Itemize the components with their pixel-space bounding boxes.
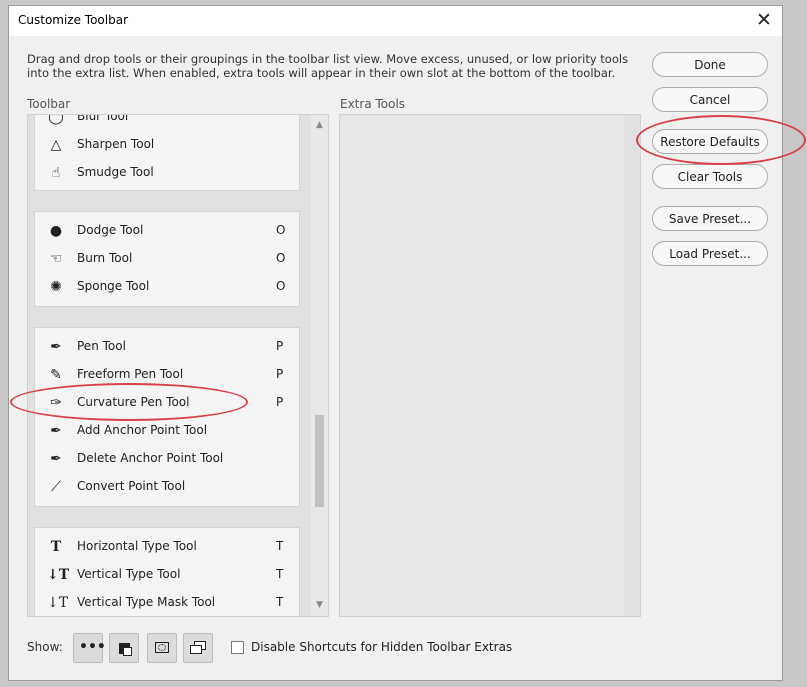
load-preset-button[interactable]: Load Preset... <box>652 241 768 266</box>
show-quick-mask-button[interactable] <box>147 633 177 663</box>
pen-icon: ✒ <box>50 339 62 355</box>
cancel-button[interactable]: Cancel <box>652 87 768 112</box>
list-item[interactable]: ✑ Curvature Pen Tool P <box>35 388 301 416</box>
title-bar: Customize Toolbar ✕ <box>9 6 782 36</box>
tool-label: Burn Tool <box>77 251 133 265</box>
list-item[interactable]: ☜ Burn Tool O <box>35 244 301 272</box>
tool-group-blur[interactable]: ◯ Blur Tool △ Sharpen Tool ☝ Smudge Tool <box>34 114 301 191</box>
background-swatch-icon <box>123 647 132 656</box>
list-item[interactable]: ⟋ Convert Point Tool <box>35 472 301 500</box>
tool-shortcut: T <box>276 595 284 609</box>
list-item[interactable]: △ Sharpen Tool <box>35 130 301 158</box>
tool-group-dodge[interactable]: ● Dodge Tool O ☜ Burn Tool O ✺ Sponge To… <box>34 211 300 307</box>
extra-tools-label: Extra Tools <box>340 97 406 111</box>
tool-label: Curvature Pen Tool <box>77 395 190 409</box>
customize-toolbar-dialog: Customize Toolbar ✕ Drag and drop tools … <box>8 5 783 681</box>
convert-point-icon: ⟋ <box>51 479 61 495</box>
close-icon[interactable]: ✕ <box>752 8 776 32</box>
freeform-pen-icon: ✎ <box>50 367 62 383</box>
tool-label: Delete Anchor Point Tool <box>77 451 224 465</box>
add-anchor-icon: ✒ <box>50 423 62 439</box>
tool-shortcut: O <box>276 251 286 265</box>
tool-label: Dodge Tool <box>77 223 144 237</box>
tool-label: Vertical Type Mask Tool <box>77 595 216 609</box>
tool-label: Sponge Tool <box>77 279 150 293</box>
tool-label: Add Anchor Point Tool <box>77 423 208 437</box>
tool-shortcut: T <box>276 567 284 581</box>
done-button[interactable]: Done <box>652 52 768 77</box>
tool-label: Convert Point Tool <box>77 479 186 493</box>
screen-mode-back-icon <box>190 645 202 654</box>
clear-tools-button[interactable]: Clear Tools <box>652 164 768 189</box>
sharpen-icon: △ <box>50 137 62 153</box>
list-item[interactable]: ✒ Pen Tool P <box>35 332 301 360</box>
blur-icon: ◯ <box>48 114 64 125</box>
more-dots-icon: ••• <box>79 639 106 655</box>
sponge-icon: ✺ <box>50 279 62 295</box>
curvature-pen-icon: ✑ <box>50 395 62 411</box>
restore-defaults-button[interactable]: Restore Defaults <box>652 129 768 154</box>
tool-label: Horizontal Type Tool <box>77 539 197 553</box>
show-foreground-background-button[interactable] <box>109 633 139 663</box>
vertical-type-mask-icon: ↓T <box>47 595 69 611</box>
list-item[interactable]: ✎ Freeform Pen Tool P <box>35 360 301 388</box>
disable-shortcuts-checkbox[interactable] <box>231 641 244 654</box>
list-item[interactable]: ✺ Sponge Tool O <box>35 272 301 300</box>
tool-group-type[interactable]: T Horizontal Type Tool T ↓T Vertical Typ… <box>34 527 301 616</box>
tool-group-pen[interactable]: ✒ Pen Tool P ✎ Freeform Pen Tool P ✑ Cur… <box>34 327 300 507</box>
extra-tools-list[interactable] <box>339 114 641 617</box>
smudge-icon: ☝ <box>51 165 61 181</box>
list-item[interactable]: ↓T Vertical Type Mask Tool T <box>35 588 301 616</box>
scroll-up-icon[interactable]: ▲ <box>311 117 328 134</box>
tool-label: Freeform Pen Tool <box>77 367 184 381</box>
delete-anchor-icon: ✒ <box>50 451 62 467</box>
show-extra-tools-button[interactable]: ••• <box>73 633 106 663</box>
tool-label: Smudge Tool <box>77 165 154 179</box>
tool-shortcut: P <box>276 395 284 409</box>
dodge-icon: ● <box>49 223 63 239</box>
quick-mask-circle-icon <box>158 644 166 651</box>
horizontal-type-icon: T <box>50 539 62 555</box>
vertical-type-icon: ↓T <box>47 567 70 583</box>
list-item[interactable]: ◯ Blur Tool <box>35 114 301 130</box>
tool-shortcut: T <box>276 539 284 553</box>
burn-icon: ☜ <box>49 251 63 267</box>
tool-label: Blur Tool <box>77 114 129 123</box>
instructions-text: Drag and drop tools or their groupings i… <box>27 52 629 80</box>
toolbar-list-scrollbar[interactable]: ▲ ▼ <box>311 115 328 616</box>
list-item[interactable]: ↓T Vertical Type Tool T <box>35 560 301 588</box>
toolbar-list-label: Toolbar <box>27 97 71 111</box>
tool-shortcut: P <box>276 339 284 353</box>
show-screen-mode-button[interactable] <box>183 633 213 663</box>
save-preset-button[interactable]: Save Preset... <box>652 206 768 231</box>
list-item[interactable]: ● Dodge Tool O <box>35 216 301 244</box>
tool-shortcut: O <box>276 223 286 237</box>
tool-shortcut: P <box>276 367 284 381</box>
show-label: Show: <box>27 640 63 654</box>
tool-shortcut: O <box>276 279 286 293</box>
disable-shortcuts-label: Disable Shortcuts for Hidden Toolbar Ext… <box>251 640 513 654</box>
list-item[interactable]: T Horizontal Type Tool T <box>35 532 301 560</box>
tool-label: Sharpen Tool <box>77 137 155 151</box>
tool-label: Vertical Type Tool <box>77 567 181 581</box>
toolbar-list[interactable]: ◯ Blur Tool △ Sharpen Tool ☝ Smudge Tool… <box>27 114 329 617</box>
list-item[interactable]: ✒ Delete Anchor Point Tool <box>35 444 301 472</box>
list-item[interactable]: ✒ Add Anchor Point Tool <box>35 416 301 444</box>
list-item[interactable]: ☝ Smudge Tool <box>35 158 301 186</box>
dialog-title: Customize Toolbar <box>18 13 129 27</box>
scroll-thumb[interactable] <box>315 415 324 507</box>
scroll-down-icon[interactable]: ▼ <box>311 597 328 614</box>
extra-tools-scrollbar[interactable] <box>624 115 640 616</box>
tool-label: Pen Tool <box>77 339 126 353</box>
extra-tools-drop-area[interactable] <box>341 116 625 615</box>
